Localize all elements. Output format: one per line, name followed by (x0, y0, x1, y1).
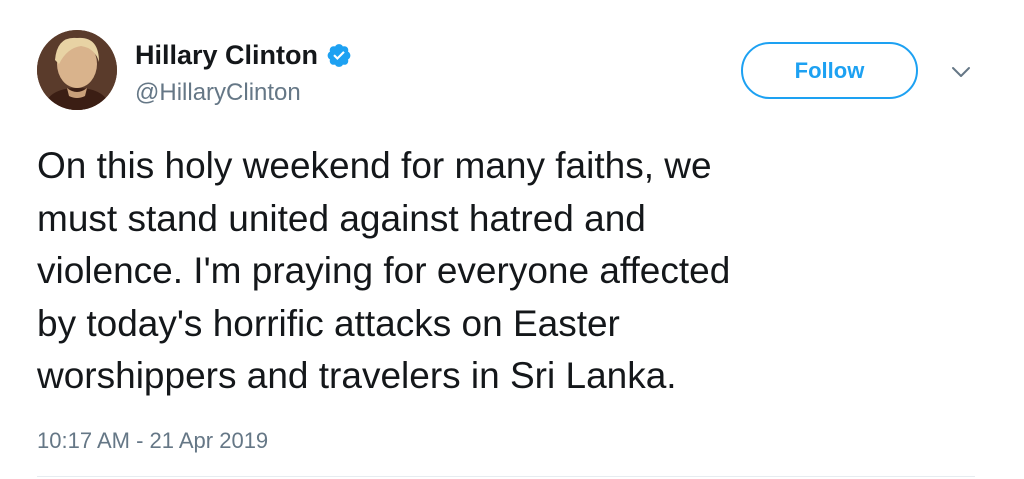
tweet-text-line: by today's horrific attacks on Easter (37, 302, 620, 344)
tweet-timestamp[interactable]: 10:17 AM - 21 Apr 2019 (37, 428, 268, 454)
divider (37, 476, 975, 477)
profile-photo-icon (37, 30, 117, 110)
tweet-text-line: must stand united against hatred and (37, 197, 646, 239)
verified-badge-icon (326, 42, 352, 68)
tweet-text-line: violence. I'm praying for everyone affec… (37, 250, 731, 291)
tweet-text-line: worshippers and travelers in Sri Lanka. (37, 355, 677, 396)
tweet-text: On this holy weekend for many faiths, we… (37, 140, 987, 403)
author-handle[interactable]: @HillaryClinton (135, 79, 301, 107)
author-name-row: Hillary Clinton (135, 37, 352, 73)
author-display-name[interactable]: Hillary Clinton (135, 40, 318, 71)
tweet-text-line: On this holy weekend for many faiths, we (37, 145, 712, 186)
follow-button[interactable]: Follow (741, 42, 918, 99)
chevron-down-icon[interactable] (946, 62, 976, 82)
tweet-card: Hillary Clinton @HillaryClinton Follow O… (0, 0, 1024, 479)
avatar[interactable] (37, 30, 117, 110)
